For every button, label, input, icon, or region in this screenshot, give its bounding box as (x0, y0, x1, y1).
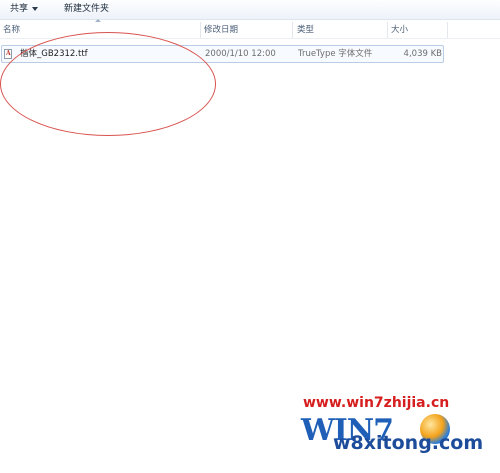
new-folder-button[interactable]: 新建文件夹 (64, 2, 109, 17)
font-file-icon (4, 49, 12, 59)
file-modified: 2000/1/10 12:00 (205, 49, 276, 59)
file-type: TrueType 字体文件 (298, 49, 373, 59)
watermark-url: www.win7zhijia.cn (303, 395, 450, 411)
column-date-header[interactable]: 修改日期 (201, 22, 293, 38)
annotation-circle (0, 32, 216, 136)
file-size: 4,039 KB (403, 49, 442, 59)
chevron-down-icon (32, 6, 39, 11)
share-label: 共享 (10, 4, 29, 14)
watermark-site: w8xitong.com (333, 432, 484, 454)
command-bar: 共享 新建文件夹 (0, 0, 500, 20)
column-type-header[interactable]: 类型 (294, 22, 388, 38)
column-size-header[interactable]: 大小 (388, 22, 448, 38)
share-button[interactable]: 共享 (10, 2, 39, 17)
